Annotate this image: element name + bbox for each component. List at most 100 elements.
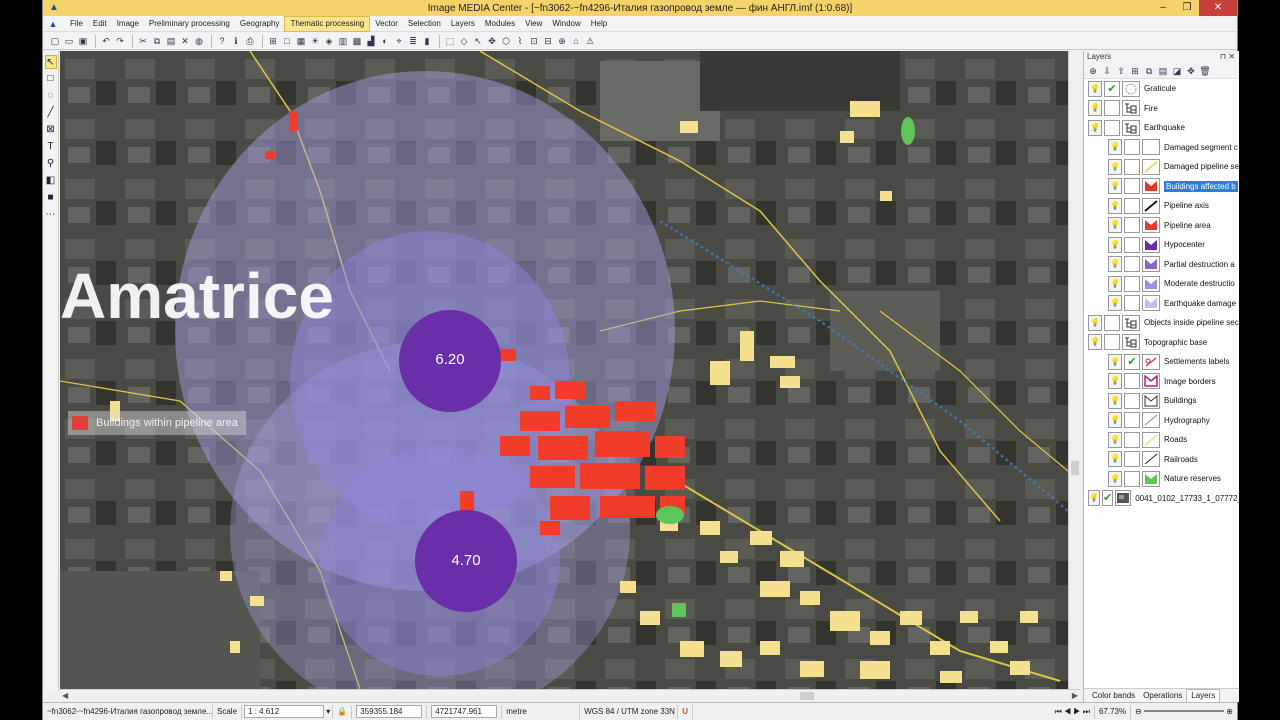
layer-stack-icon[interactable]: ≣ [407, 35, 419, 47]
rectangle-tool-icon[interactable]: □ [45, 72, 57, 86]
layer-row[interactable]: 💡 ✔ Settlements labels [1084, 352, 1239, 372]
map-canvas[interactable]: Amatrice 6.20 4.70 Buildings within pipe… [60, 51, 1068, 689]
image-icon[interactable]: ▦ [295, 35, 307, 47]
layer-row[interactable]: 💡 ✔ 0041_0102_17733_1_07772_0 [1084, 489, 1239, 509]
menu-edit[interactable]: Edit [88, 17, 112, 31]
tab-color-bands[interactable]: Color bands [1088, 690, 1139, 702]
visibility-bulb-icon[interactable]: 💡 [1088, 119, 1102, 136]
stamp-icon[interactable]: ⌂ [570, 35, 582, 47]
layer-label[interactable]: Partial destruction a [1164, 260, 1235, 269]
pointer-icon[interactable]: ↖ [472, 35, 484, 47]
layer-label[interactable]: 0041_0102_17733_1_07772_0 [1135, 494, 1239, 503]
layer-checkbox[interactable] [1124, 275, 1140, 292]
menu-modules[interactable]: Modules [480, 17, 520, 31]
merge-icon[interactable]: ⊕ [556, 35, 568, 47]
pan-icon[interactable]: ✥ [486, 35, 498, 47]
visibility-bulb-icon[interactable]: 💡 [1108, 236, 1122, 253]
layer-label[interactable]: Earthquake damage [1164, 299, 1236, 308]
visibility-bulb-icon[interactable]: 💡 [1108, 392, 1122, 409]
visibility-bulb-icon[interactable]: 💡 [1088, 100, 1102, 117]
layer-checkbox[interactable]: ✔ [1124, 353, 1140, 370]
prev-page-icon[interactable]: ◀ [1064, 707, 1071, 716]
visibility-bulb-icon[interactable]: 💡 [1108, 431, 1122, 448]
layer-label[interactable]: Damaged pipeline se [1164, 162, 1239, 171]
first-page-icon[interactable]: ⏮ [1055, 707, 1062, 716]
layer-checkbox[interactable] [1124, 197, 1140, 214]
layer-row[interactable]: 💡 Hydrography [1084, 411, 1239, 431]
layer-label[interactable]: Buildings [1164, 396, 1196, 405]
import-layer-icon[interactable]: ⇩ [1101, 65, 1113, 77]
duplicate-layer-icon[interactable]: ⧉ [1143, 65, 1155, 77]
layer-row[interactable]: 💡 Nature reserves [1084, 469, 1239, 489]
sun-icon[interactable]: ☀ [309, 35, 321, 47]
layer-checkbox[interactable] [1124, 431, 1140, 448]
delete-layer-icon[interactable]: 🗑 [1199, 65, 1211, 77]
lock-icon[interactable]: 🔒 [333, 704, 353, 719]
properties-icon[interactable]: ▤ [1157, 65, 1169, 77]
visibility-bulb-icon[interactable]: 💡 [1108, 139, 1122, 156]
text-tool-icon[interactable]: T [45, 140, 57, 154]
cut-icon[interactable]: ✂ [137, 35, 149, 47]
layer-checkbox[interactable] [1124, 412, 1140, 429]
layer-row[interactable]: 💡 Buildings [1084, 391, 1239, 411]
layer-checkbox[interactable] [1124, 217, 1140, 234]
minimize-button[interactable]: – [1151, 0, 1175, 16]
redo-icon[interactable]: ↷ [114, 35, 126, 47]
layer-row[interactable]: 💡 Earthquake [1084, 118, 1239, 138]
layer-label[interactable]: Pipeline area [1164, 221, 1211, 230]
foreground-color-icon[interactable]: ■ [45, 191, 57, 205]
menu-selection[interactable]: Selection [403, 17, 446, 31]
crop-tool-icon[interactable]: ⊠ [45, 123, 57, 137]
visibility-bulb-icon[interactable]: 💡 [1108, 295, 1122, 312]
layer-label[interactable]: Pipeline axis [1164, 201, 1209, 210]
layer-group-icon[interactable]: ⊞ [1129, 65, 1141, 77]
layer-row[interactable]: 💡 Image borders [1084, 372, 1239, 392]
scroll-thumb[interactable] [1071, 461, 1079, 475]
split-icon[interactable]: ⊟ [542, 35, 554, 47]
last-page-icon[interactable]: ⏭ [1083, 707, 1090, 716]
layer-label[interactable]: Railroads [1164, 455, 1198, 464]
layer-checkbox[interactable] [1124, 295, 1140, 312]
document-logo-icon[interactable]: ▲ [47, 18, 59, 30]
layer-row[interactable]: 💡 Buildings affected b [1084, 177, 1239, 197]
close-button[interactable]: ✕ [1199, 0, 1237, 16]
layer-checkbox[interactable]: ✔ [1104, 80, 1120, 97]
layer-label[interactable]: Hypocenter [1164, 240, 1205, 249]
menu-file[interactable]: File [65, 17, 88, 31]
layer-row[interactable]: 💡 Partial destruction a [1084, 255, 1239, 275]
visibility-bulb-icon[interactable]: 💡 [1108, 451, 1122, 468]
scroll-thumb[interactable] [800, 692, 814, 700]
visibility-bulb-icon[interactable]: 💡 [1108, 217, 1122, 234]
layer-checkbox[interactable] [1124, 392, 1140, 409]
node-edit-icon[interactable]: ◇ [458, 35, 470, 47]
layer-checkbox[interactable] [1124, 139, 1140, 156]
layer-up-icon[interactable]: ⇧ [1115, 65, 1127, 77]
layer-label[interactable]: Fire [1144, 104, 1158, 113]
layer-checkbox[interactable] [1124, 373, 1140, 390]
layer-checkbox[interactable] [1124, 470, 1140, 487]
polygon-icon[interactable]: ⬡ [500, 35, 512, 47]
menu-layers[interactable]: Layers [446, 17, 480, 31]
tab-operations[interactable]: Operations [1139, 690, 1186, 702]
layer-label[interactable]: Graticule [1144, 84, 1176, 93]
layer-checkbox[interactable] [1104, 334, 1120, 351]
histogram-icon[interactable]: ▥ [337, 35, 349, 47]
menu-view[interactable]: View [520, 17, 547, 31]
color-bands-icon[interactable]: ▮ [421, 35, 433, 47]
panel-pin-close-icon[interactable]: ⊓ ✕ [1220, 51, 1235, 63]
layer-checkbox[interactable] [1124, 236, 1140, 253]
layer-label[interactable]: Moderate destructio [1164, 279, 1235, 288]
layer-checkbox[interactable]: ✔ [1101, 490, 1114, 507]
scroll-right-icon[interactable]: ▶ [1072, 690, 1078, 702]
visibility-bulb-icon[interactable]: 💡 [1108, 197, 1122, 214]
visibility-bulb-icon[interactable]: 💡 [1108, 158, 1122, 175]
zoom-tool-icon[interactable]: ⚲ [45, 157, 57, 171]
zoom-track[interactable] [1144, 710, 1225, 713]
menu-help[interactable]: Help [586, 17, 612, 31]
layer-label[interactable]: Image borders [1164, 377, 1216, 386]
layer-checkbox[interactable] [1104, 100, 1120, 117]
menu-image[interactable]: Image [112, 17, 144, 31]
horizontal-scrollbar[interactable]: ◀ ▶ [60, 689, 1080, 702]
zoom-slider[interactable]: ⊖ ⊕ [1131, 705, 1237, 719]
visibility-bulb-icon[interactable]: 💡 [1088, 490, 1100, 507]
